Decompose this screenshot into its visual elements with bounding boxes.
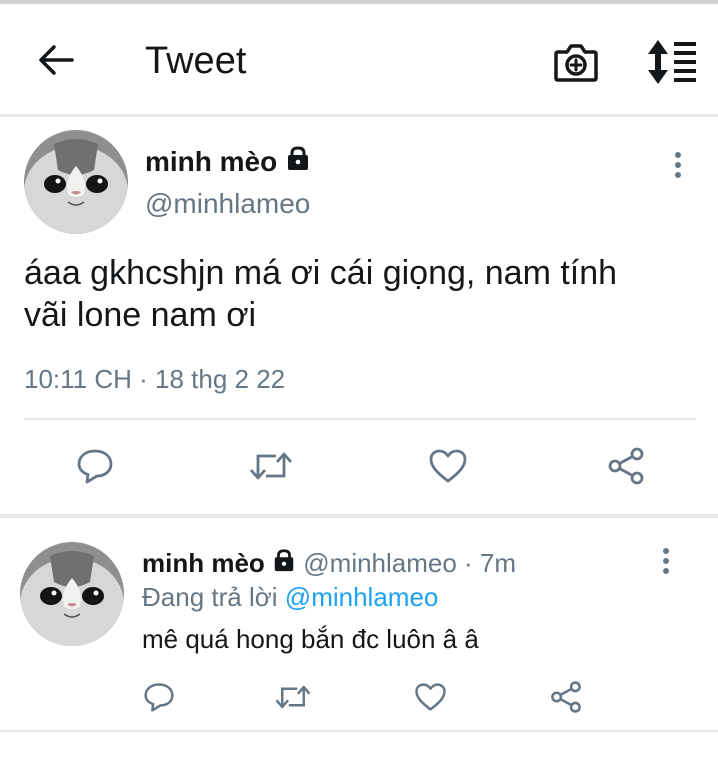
lock-icon (272, 548, 296, 579)
section-divider (0, 514, 718, 518)
replying-prefix: Đang trả lời (142, 582, 278, 612)
more-options-icon[interactable] (672, 152, 684, 182)
tweet-timestamp: 10:11 CH · 18 thg 2 22 (24, 364, 286, 394)
reply-like-heart-icon[interactable] (414, 682, 447, 712)
retweet-icon[interactable] (248, 448, 294, 484)
replying-to-mention[interactable]: @minhlameo (285, 582, 439, 612)
tweet-author-name[interactable]: minh mèo (145, 145, 311, 178)
tweet-author-handle[interactable]: @minhlameo (145, 188, 310, 220)
avatar[interactable] (24, 130, 128, 234)
reply-reply-icon[interactable] (143, 682, 175, 712)
tweet-text-line-1: áaa gkhcshjn má ơi cái giọng, nam tính (24, 254, 618, 292)
reply-more-options-icon[interactable] (660, 548, 672, 578)
reply-header: minh mèo @minhlameo · 7m (142, 548, 516, 579)
reply-retweet-icon[interactable] (274, 682, 312, 712)
reply-handle-time[interactable]: @minhlameo · 7m (303, 548, 516, 578)
like-heart-icon[interactable] (428, 448, 468, 484)
share-icon[interactable] (606, 446, 646, 486)
tweet-text-line-2: vãi lone nam ơi (24, 296, 257, 334)
reply-share-icon[interactable] (549, 680, 583, 714)
reply-icon[interactable] (76, 448, 114, 484)
author-name-text: minh mèo (145, 146, 278, 177)
sort-icon[interactable] (644, 38, 700, 86)
tweet-text: áaa gkhcshjn má ơi cái giọng, nam tính v… (24, 252, 684, 336)
app-bar-divider (0, 114, 718, 117)
lock-icon (285, 145, 311, 178)
replying-to-line: Đang trả lời @minhlameo (142, 582, 438, 613)
page-title: Tweet (145, 40, 247, 82)
reply-author-name[interactable]: minh mèo (142, 548, 265, 578)
app-bar: Tweet (0, 4, 718, 114)
divider (24, 418, 696, 420)
reply-text: mê quá hong bắn đc luôn â â (142, 624, 479, 654)
back-arrow-icon[interactable] (34, 38, 78, 82)
reply-avatar[interactable] (20, 542, 124, 646)
camera-add-icon[interactable] (552, 40, 600, 84)
bottom-divider (0, 730, 718, 732)
